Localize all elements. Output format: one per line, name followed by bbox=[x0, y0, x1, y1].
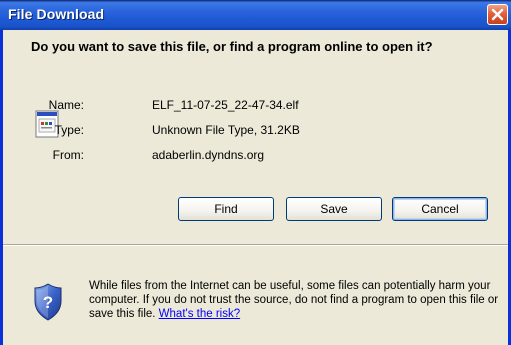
title-bar[interactable]: File Download bbox=[0, 0, 511, 30]
security-warning-text: While files from the Internet can be use… bbox=[89, 279, 505, 321]
close-icon bbox=[491, 8, 504, 21]
svg-text:?: ? bbox=[43, 293, 53, 312]
close-button[interactable] bbox=[487, 4, 508, 25]
file-type-label: Type: bbox=[54, 123, 84, 137]
warning-message: While files from the Internet can be use… bbox=[89, 280, 499, 320]
find-button[interactable]: Find bbox=[178, 197, 274, 221]
dialog-question: Do you want to save this file, or find a… bbox=[31, 39, 433, 54]
file-download-window: File Download Do you want to save this f… bbox=[0, 0, 511, 345]
window-title: File Download bbox=[8, 6, 105, 22]
file-type-value: Unknown File Type, 31.2KB bbox=[152, 123, 300, 137]
whats-the-risk-link[interactable]: What's the risk? bbox=[159, 308, 240, 320]
file-source-value: adaberlin.dyndns.org bbox=[152, 148, 265, 162]
save-button[interactable]: Save bbox=[286, 197, 382, 221]
security-shield-icon: ? bbox=[34, 283, 62, 321]
security-warning-panel: ? While files from the Internet can be u… bbox=[3, 246, 508, 345]
file-name-value: ELF_11-07-25_22-47-34.elf bbox=[152, 98, 299, 112]
file-name-label: Name: bbox=[48, 98, 84, 112]
download-info-panel: Do you want to save this file, or find a… bbox=[3, 30, 508, 244]
cancel-button[interactable]: Cancel bbox=[392, 197, 488, 221]
dialog-body: Do you want to save this file, or find a… bbox=[3, 30, 508, 345]
file-source-label: From: bbox=[52, 148, 84, 162]
